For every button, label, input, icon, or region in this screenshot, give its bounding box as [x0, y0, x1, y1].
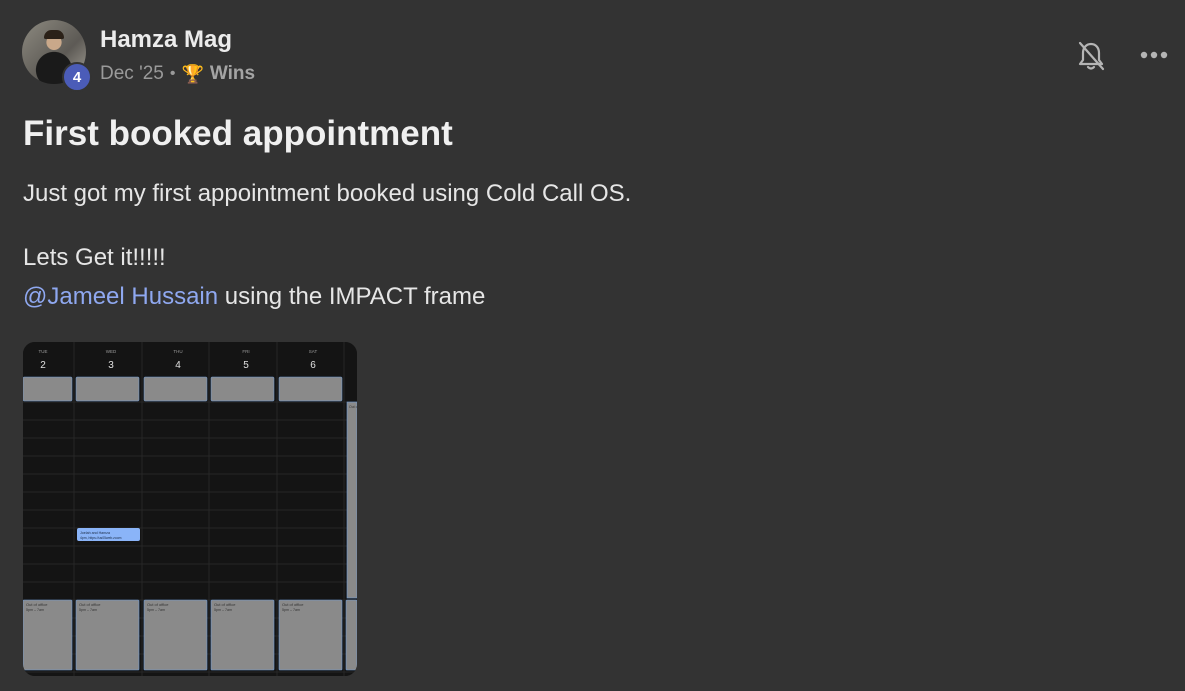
mention-link[interactable]: @Jameel Hussain	[23, 283, 218, 310]
day-of-week-label: THU	[173, 349, 182, 354]
out-of-office-title: Out of office	[147, 602, 169, 607]
author-avatar[interactable]: 4	[22, 20, 92, 92]
author-name[interactable]: Hamza Mag	[100, 26, 232, 54]
paragraph-3-text: using the IMPACT frame	[218, 283, 486, 310]
out-of-office-title: Out of office	[214, 602, 236, 607]
post-paragraph-3: @Jameel Hussain using the IMPACT frame	[23, 283, 485, 311]
out-of-office-block	[345, 599, 357, 671]
out-of-office-time: 5pm – 7am	[79, 608, 97, 612]
post-image-calendar[interactable]: TUE 2 WED 3 THU 4 FRI 5 SAT 6 Out of office Joelah …	[23, 342, 357, 676]
appointment-event-subtitle: 4pm, https://us05web.zoom	[80, 536, 122, 540]
out-of-office-time: 5pm – 7am	[282, 608, 300, 612]
all-day-block	[278, 376, 343, 402]
post-date: Dec '25	[100, 63, 164, 84]
all-day-block	[23, 376, 73, 402]
trophy-icon: 🏆	[181, 63, 204, 84]
day-of-week-label: TUE	[39, 349, 48, 354]
level-badge: 4	[62, 62, 92, 92]
appointment-event-title: Joelah and Hamza	[80, 531, 110, 535]
out-of-office-time: 5pm – 7am	[214, 608, 232, 612]
day-date-label: 6	[310, 360, 316, 371]
out-of-office-time: 5pm – 7am	[26, 608, 44, 612]
all-day-block	[75, 376, 140, 402]
out-of-office-time: 5pm – 7am	[147, 608, 165, 612]
category-link[interactable]: Wins	[210, 63, 255, 85]
post-card: 4 Hamza Mag Dec '25 • 🏆 Wins First booke…	[0, 0, 1185, 691]
post-paragraph-2: Lets Get it!!!!!	[23, 244, 166, 271]
post-title: First booked appointment	[23, 114, 453, 153]
more-icon[interactable]	[1138, 46, 1170, 64]
day-date-label: 5	[243, 360, 249, 371]
out-of-office-title: Out of office	[26, 602, 48, 607]
day-of-week-label: WED	[106, 349, 117, 354]
post-paragraph-1: Just got my first appointment booked usi…	[23, 180, 632, 207]
sunday-ooo-block	[346, 401, 357, 599]
out-of-office-title: Out of office	[79, 602, 101, 607]
day-of-week-label: FRI	[242, 349, 249, 354]
out-of-office-title: Out of office	[282, 602, 304, 607]
day-date-label: 2	[40, 360, 46, 371]
post-meta: Dec '25 • 🏆 Wins	[100, 63, 255, 85]
meta-separator: •	[169, 65, 176, 82]
calendar-screenshot: TUE 2 WED 3 THU 4 FRI 5 SAT 6 Out of office Joelah …	[23, 342, 357, 676]
all-day-block	[143, 376, 208, 402]
sunday-ooo-label: Out of office	[349, 405, 357, 409]
bell-off-icon[interactable]	[1076, 40, 1106, 72]
day-date-label: 4	[175, 360, 181, 371]
all-day-block	[210, 376, 275, 402]
day-date-label: 3	[108, 360, 114, 371]
day-of-week-label: SAT	[309, 349, 318, 354]
